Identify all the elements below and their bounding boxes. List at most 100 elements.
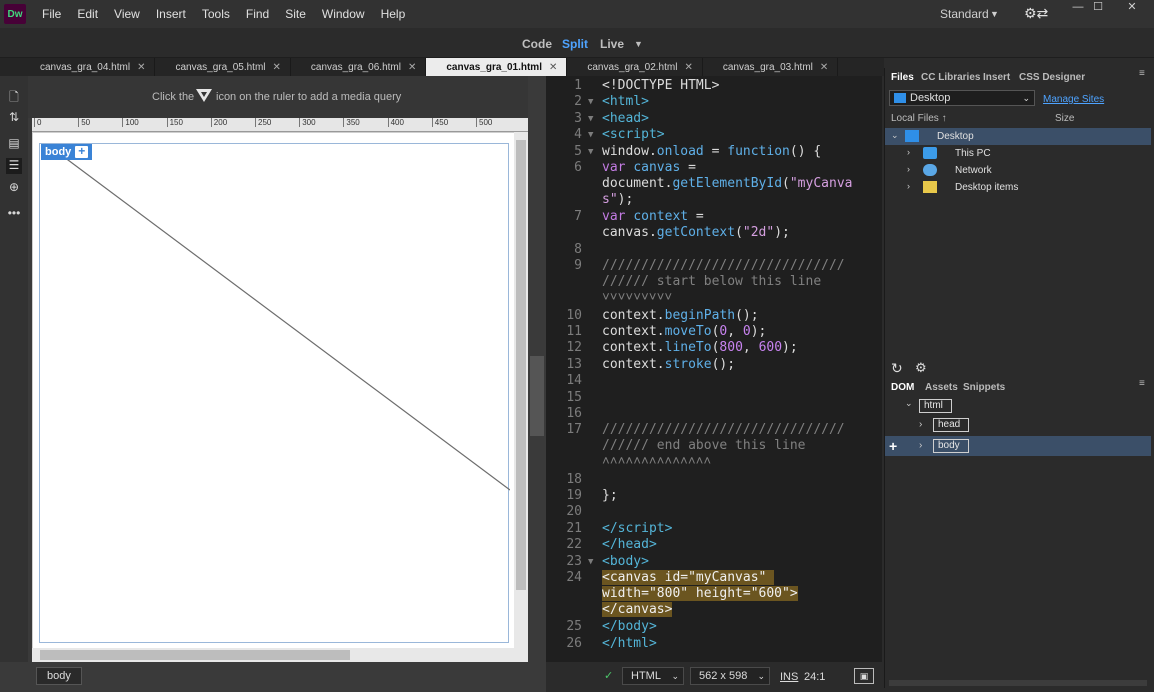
split-divider[interactable] [528, 76, 546, 662]
menu-insert[interactable]: Insert [148, 7, 194, 21]
panel-menu-icon[interactable]: ≡ [1139, 378, 1145, 389]
split-view-button[interactable]: Split [562, 37, 588, 51]
maximize-icon[interactable]: ☐ [1084, 0, 1112, 16]
open-documents-icon[interactable]: 🗋 [6, 88, 22, 104]
menu-tools[interactable]: Tools [194, 7, 238, 21]
fold-arrow-icon[interactable]: ▼ [588, 114, 593, 124]
close-icon[interactable]: ✕ [1118, 0, 1146, 16]
live-code-icon[interactable]: ▤ [6, 136, 22, 152]
code-line[interactable]: window.onload = function() { [602, 144, 821, 160]
tab-canvas-gra-03[interactable]: canvas_gra_03.html ✕ [703, 58, 839, 76]
code-line[interactable]: <body> [602, 554, 649, 570]
tree-item-this-pc[interactable]: › This PC [885, 145, 1151, 162]
menu-help[interactable]: Help [373, 7, 414, 21]
tab-snippets[interactable]: Snippets [963, 382, 1005, 393]
code-line[interactable]: var context = canvas.getContext("2d"); [602, 209, 790, 241]
add-icon[interactable]: + [889, 438, 897, 454]
more-icon[interactable]: ••• [6, 206, 22, 222]
element-tag-badge[interactable]: body + [41, 144, 93, 160]
fold-arrow-icon[interactable]: ▼ [588, 557, 593, 567]
code-line[interactable]: <canvas id="myCanvas" width="800" height… [602, 570, 798, 618]
scroll-thumb[interactable] [516, 140, 526, 590]
tab-insert[interactable]: Insert [983, 72, 1010, 83]
manage-sites-link[interactable]: Manage Sites [1043, 94, 1104, 105]
code-line[interactable]: context.stroke(); [602, 357, 735, 373]
insert-mode[interactable]: INS [780, 671, 798, 683]
tab-canvas-gra-04[interactable]: canvas_gra_04.html ✕ [0, 58, 156, 76]
tree-item-desktop[interactable]: ⌄ Desktop [885, 128, 1151, 145]
code-view-button[interactable]: Code [522, 37, 552, 51]
chevron-right-icon[interactable]: › [907, 181, 910, 191]
sync-settings-icon[interactable]: ⚙⇄ [1024, 5, 1048, 22]
close-icon[interactable]: ✕ [408, 62, 416, 73]
tab-canvas-gra-01[interactable]: canvas_gra_01.html ✕ [426, 58, 568, 76]
code-line[interactable]: }; [602, 488, 618, 504]
code-line[interactable]: /////////////////////////////// ////// s… [602, 258, 845, 306]
dom-node-head[interactable]: head [933, 418, 970, 432]
workspace-switcher[interactable]: Standard [940, 7, 989, 21]
tab-files[interactable]: Files [891, 72, 914, 83]
code-line[interactable]: </html> [602, 636, 657, 652]
chevron-right-icon[interactable]: › [919, 419, 922, 430]
code-line[interactable]: context.lineTo(800, 600); [602, 340, 798, 356]
close-icon[interactable]: ✕ [684, 62, 692, 73]
connect-icon[interactable]: ⚙ [915, 360, 927, 376]
menu-edit[interactable]: Edit [69, 7, 106, 21]
local-files-header[interactable]: Local Files ↑ [891, 113, 947, 124]
code-line[interactable]: </head> [602, 537, 657, 553]
tab-canvas-gra-06[interactable]: canvas_gra_06.html ✕ [291, 58, 427, 76]
ruler[interactable]: 0 50 100 150 200 250 300 350 400 450 500 [32, 118, 532, 132]
code-line[interactable]: <html> [602, 94, 649, 110]
chevron-down-icon[interactable]: ▼ [990, 9, 999, 19]
code-line[interactable]: context.beginPath(); [602, 308, 759, 324]
code-line[interactable]: /////////////////////////////// ////// e… [602, 422, 845, 470]
close-icon[interactable]: ✕ [820, 62, 828, 73]
page-canvas[interactable]: body + [32, 132, 528, 652]
panel-scrollbar[interactable] [889, 680, 1147, 686]
close-icon[interactable]: ✕ [137, 62, 145, 73]
menu-view[interactable]: View [106, 7, 148, 21]
code-editor[interactable]: 1 <!DOCTYPE HTML> 2 ▼ <html> 3 ▼ <head> 4 ▼ <scrip… [546, 76, 882, 662]
site-location-select[interactable]: Desktop ⌄ [889, 90, 1035, 106]
tree-item-network[interactable]: › Network [885, 162, 1151, 179]
size-column-header[interactable]: Size [1055, 113, 1074, 124]
live-preview-icon[interactable]: ▣ [854, 668, 874, 684]
canvas-element[interactable] [39, 143, 510, 643]
code-line[interactable]: <script> [602, 127, 665, 143]
fold-arrow-icon[interactable]: ▼ [588, 147, 593, 157]
inspect-icon[interactable]: ☰ [6, 158, 22, 174]
tab-canvas-gra-05[interactable]: canvas_gra_05.html ✕ [155, 58, 291, 76]
refresh-icon[interactable]: ↻ [891, 360, 903, 377]
menu-find[interactable]: Find [238, 7, 277, 21]
chevron-down-icon[interactable]: ▼ [634, 39, 643, 49]
panel-menu-icon[interactable]: ≡ [1139, 68, 1145, 79]
tab-assets[interactable]: Assets [925, 382, 958, 393]
close-icon[interactable]: ✕ [273, 62, 281, 73]
target-icon[interactable]: ⊕ [6, 180, 22, 196]
chevron-down-icon[interactable]: ⌄ [905, 398, 913, 409]
tree-item-desktop-items[interactable]: › Desktop items [885, 179, 1151, 196]
code-line[interactable]: context.moveTo(0, 0); [602, 324, 766, 340]
code-line[interactable]: </body> [602, 619, 657, 635]
add-icon[interactable]: + [75, 145, 89, 158]
code-line[interactable]: </script> [602, 521, 672, 537]
fold-arrow-icon[interactable]: ▼ [588, 130, 593, 140]
live-view-button[interactable]: Live [600, 37, 624, 51]
menu-window[interactable]: Window [314, 7, 373, 21]
fold-arrow-icon[interactable]: ▼ [588, 97, 593, 107]
window-size-select[interactable]: 562 x 598 ⌄ [690, 667, 770, 685]
splitter-grip[interactable] [530, 356, 544, 436]
file-management-icon[interactable]: ⇅ [6, 110, 22, 126]
menu-file[interactable]: File [34, 7, 69, 21]
code-line[interactable]: <head> [602, 111, 649, 127]
menu-site[interactable]: Site [277, 7, 314, 21]
tab-dom[interactable]: DOM [891, 382, 914, 393]
tab-canvas-gra-02[interactable]: canvas_gra_02.html ✕ [567, 58, 703, 76]
dom-node-html[interactable]: html [919, 399, 952, 413]
tag-selector-body[interactable]: body [36, 667, 82, 685]
code-line[interactable]: <!DOCTYPE HTML> [602, 78, 719, 94]
tab-cc-libraries[interactable]: CC Libraries [921, 72, 980, 83]
dom-node-body[interactable]: body [933, 439, 969, 453]
tab-css-designer[interactable]: CSS Designer [1019, 72, 1085, 83]
chevron-right-icon[interactable]: › [919, 440, 922, 451]
